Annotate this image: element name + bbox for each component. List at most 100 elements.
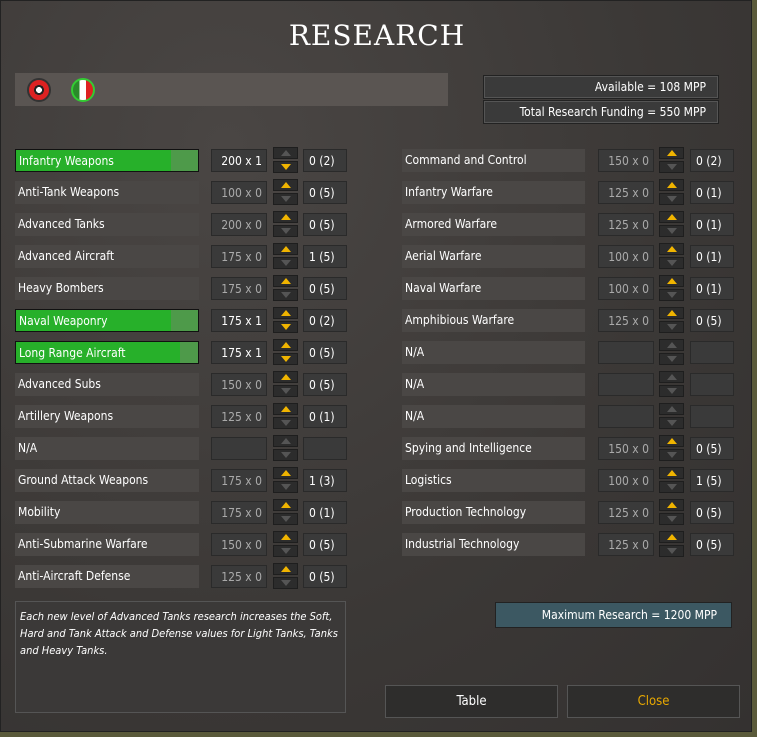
italy-flag-icon[interactable] xyxy=(71,78,95,102)
tech-name: Aerial Warfare xyxy=(405,249,482,263)
arrow-up-icon xyxy=(281,214,291,220)
increase-button[interactable] xyxy=(273,179,298,191)
increase-button[interactable] xyxy=(659,243,684,255)
decrease-button[interactable] xyxy=(273,257,298,269)
arrow-down-icon xyxy=(281,292,291,298)
tech-label[interactable]: Anti-Submarine Warfare xyxy=(15,533,199,556)
increase-button[interactable] xyxy=(659,147,684,159)
increase-button[interactable] xyxy=(273,435,298,447)
cost-value: 100 x 0 xyxy=(598,469,654,492)
decrease-button[interactable] xyxy=(659,257,684,269)
decrease-button[interactable] xyxy=(273,353,298,365)
decrease-button[interactable] xyxy=(273,417,298,429)
arrow-up-icon xyxy=(667,470,677,476)
arrow-down-icon xyxy=(667,516,677,522)
increase-button[interactable] xyxy=(273,307,298,319)
tech-label[interactable]: N/A xyxy=(402,341,585,364)
decrease-button[interactable] xyxy=(659,161,684,173)
tech-label[interactable]: Industrial Technology xyxy=(402,533,585,556)
increase-button[interactable] xyxy=(659,467,684,479)
decrease-button[interactable] xyxy=(659,353,684,365)
increase-button[interactable] xyxy=(273,563,298,575)
tech-label[interactable]: N/A xyxy=(402,405,585,428)
increase-button[interactable] xyxy=(273,467,298,479)
decrease-button[interactable] xyxy=(659,545,684,557)
decrease-button[interactable] xyxy=(273,513,298,525)
increase-button[interactable] xyxy=(659,499,684,511)
increase-button[interactable] xyxy=(273,339,298,351)
tech-label[interactable]: Aerial Warfare xyxy=(402,245,585,268)
decrease-button[interactable] xyxy=(273,481,298,493)
decrease-button[interactable] xyxy=(273,161,298,173)
decrease-button[interactable] xyxy=(659,321,684,333)
tech-label[interactable]: Command and Control xyxy=(402,149,585,172)
tech-label[interactable]: Armored Warfare xyxy=(402,213,585,236)
tech-label[interactable]: N/A xyxy=(15,437,199,460)
increase-button[interactable] xyxy=(659,531,684,543)
tech-label[interactable]: Anti-Aircraft Defense xyxy=(15,565,199,588)
increase-button[interactable] xyxy=(659,435,684,447)
increase-button[interactable] xyxy=(273,211,298,223)
decrease-button[interactable] xyxy=(659,225,684,237)
increase-button[interactable] xyxy=(273,275,298,287)
tech-level xyxy=(690,405,734,428)
arrow-up-icon xyxy=(281,278,291,284)
decrease-button[interactable] xyxy=(659,193,684,205)
decrease-button[interactable] xyxy=(273,577,298,589)
increase-button[interactable] xyxy=(659,275,684,287)
germany-flag-icon[interactable] xyxy=(27,78,51,102)
increase-button[interactable] xyxy=(659,179,684,191)
decrease-button[interactable] xyxy=(273,385,298,397)
tech-level: 0 (1) xyxy=(690,245,734,268)
tech-label[interactable]: Infantry Weapons xyxy=(15,149,199,172)
cost-value: 125 x 0 xyxy=(211,405,267,428)
tech-label[interactable]: Long Range Aircraft xyxy=(15,341,199,364)
tech-label[interactable]: Production Technology xyxy=(402,501,585,524)
decrease-button[interactable] xyxy=(273,321,298,333)
increase-button[interactable] xyxy=(659,339,684,351)
decrease-button[interactable] xyxy=(273,193,298,205)
table-button[interactable]: Table xyxy=(385,685,558,718)
tech-label[interactable]: Amphibious Warfare xyxy=(402,309,585,332)
close-button[interactable]: Close xyxy=(567,685,740,718)
decrease-button[interactable] xyxy=(659,513,684,525)
increase-button[interactable] xyxy=(659,307,684,319)
decrease-button[interactable] xyxy=(659,417,684,429)
increase-button[interactable] xyxy=(659,403,684,415)
increase-button[interactable] xyxy=(273,243,298,255)
tech-label[interactable]: Advanced Subs xyxy=(15,373,199,396)
arrow-down-icon xyxy=(667,452,677,458)
increase-button[interactable] xyxy=(273,371,298,383)
decrease-button[interactable] xyxy=(273,449,298,461)
decrease-button[interactable] xyxy=(273,545,298,557)
tech-label[interactable]: Naval Weaponry xyxy=(15,309,199,332)
increase-button[interactable] xyxy=(659,371,684,383)
tech-label[interactable]: Infantry Warfare xyxy=(402,181,585,204)
decrease-button[interactable] xyxy=(659,289,684,301)
tech-label[interactable]: Spying and Intelligence xyxy=(402,437,585,460)
increase-button[interactable] xyxy=(273,403,298,415)
tech-label[interactable]: Mobility xyxy=(15,501,199,524)
decrease-button[interactable] xyxy=(273,289,298,301)
decrease-button[interactable] xyxy=(659,449,684,461)
tech-name: Anti-Submarine Warfare xyxy=(18,537,148,551)
tech-label[interactable]: Advanced Tanks xyxy=(15,213,199,236)
decrease-button[interactable] xyxy=(659,385,684,397)
research-window: RESEARCH Available = 108 MPP Total Resea… xyxy=(0,0,752,732)
increase-button[interactable] xyxy=(273,531,298,543)
tech-label[interactable]: Artillery Weapons xyxy=(15,405,199,428)
tech-label[interactable]: N/A xyxy=(402,373,585,396)
tech-label[interactable]: Advanced Aircraft xyxy=(15,245,199,268)
cost-value: 200 x 0 xyxy=(211,213,267,236)
tech-label[interactable]: Ground Attack Weapons xyxy=(15,469,199,492)
decrease-button[interactable] xyxy=(273,225,298,237)
decrease-button[interactable] xyxy=(659,481,684,493)
increase-button[interactable] xyxy=(273,499,298,511)
increase-button[interactable] xyxy=(659,211,684,223)
increase-button[interactable] xyxy=(273,147,298,159)
tech-label[interactable]: Logistics xyxy=(402,469,585,492)
arrow-down-icon xyxy=(281,548,291,554)
tech-label[interactable]: Heavy Bombers xyxy=(15,277,199,300)
tech-label[interactable]: Anti-Tank Weapons xyxy=(15,181,199,204)
tech-label[interactable]: Naval Warfare xyxy=(402,277,585,300)
